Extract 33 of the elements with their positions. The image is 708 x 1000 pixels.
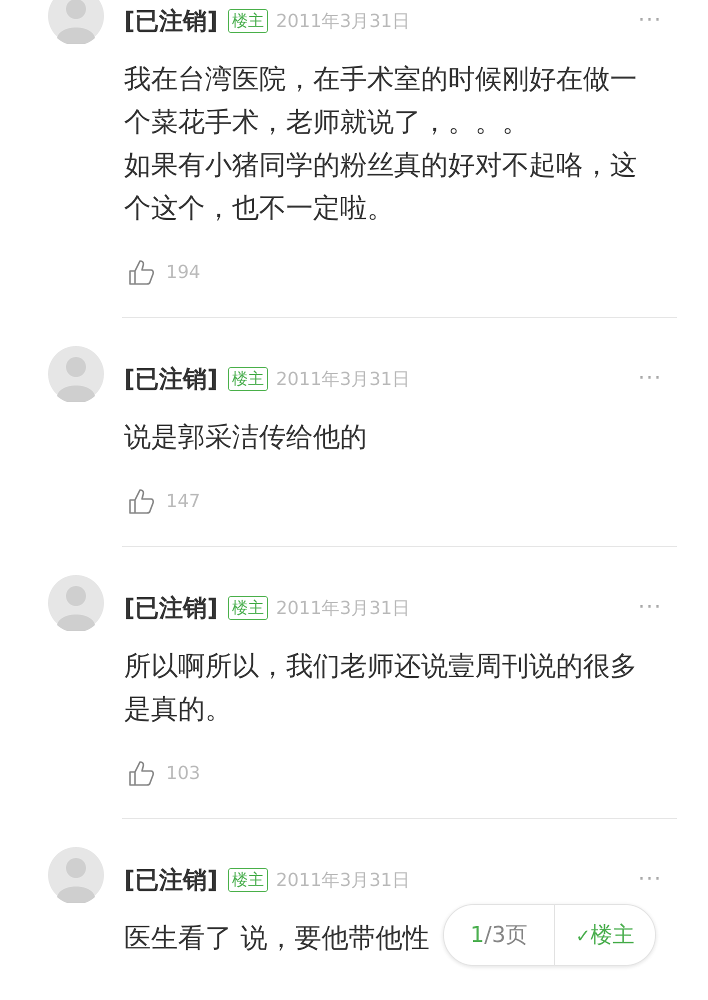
post-text: 说是郭采洁传给他的 — [124, 421, 367, 455]
op-badge: 楼主 — [228, 367, 268, 391]
avatar-icon[interactable] — [48, 0, 104, 44]
thumbs-up-icon[interactable] — [128, 259, 154, 286]
op-badge: 楼主 — [228, 868, 268, 892]
post-date: 2011年3月31日 — [276, 596, 410, 620]
op-only-filter[interactable]: ✓楼主 — [555, 905, 655, 965]
author-name[interactable]: [已注销] — [124, 3, 218, 39]
more-options-icon[interactable]: ··· — [638, 10, 662, 32]
post-text: 我在台湾医院，在手术室的时候刚好在做一个菜花手术，老师就说了，。。。 — [124, 63, 638, 140]
op-badge: 楼主 — [228, 9, 268, 33]
thumbs-up-icon[interactable] — [128, 488, 154, 515]
post-date: 2011年3月31日 — [276, 368, 410, 392]
like-count: 194 — [166, 261, 200, 285]
like-count: 103 — [166, 762, 200, 786]
page-indicator[interactable]: 1/3页 — [444, 905, 554, 965]
like-count: 147 — [166, 490, 200, 514]
more-options-icon[interactable]: ··· — [638, 368, 662, 390]
thumbs-up-icon[interactable] — [128, 760, 154, 787]
author-name[interactable]: [已注销] — [124, 862, 218, 898]
author-name[interactable]: [已注销] — [124, 361, 218, 397]
author-name[interactable]: [已注销] — [124, 590, 218, 626]
post-text: 如果有小猪同学的粉丝真的好对不起咯，这个这个，也不一定啦。 — [124, 149, 638, 226]
avatar-icon[interactable] — [48, 575, 104, 631]
post-date: 2011年3月31日 — [276, 868, 410, 892]
more-options-icon[interactable]: ··· — [638, 597, 662, 619]
op-badge: 楼主 — [228, 596, 268, 620]
post-date: 2011年3月31日 — [276, 10, 410, 34]
avatar-icon[interactable] — [48, 346, 104, 402]
post-text: 所以啊所以，我们老师还说壹周刊说的很多是真的。 — [124, 650, 638, 727]
more-options-icon[interactable]: ··· — [638, 869, 662, 891]
avatar-icon[interactable] — [48, 847, 104, 903]
post-text: 医生看了 说，要他带他性 — [124, 922, 430, 956]
